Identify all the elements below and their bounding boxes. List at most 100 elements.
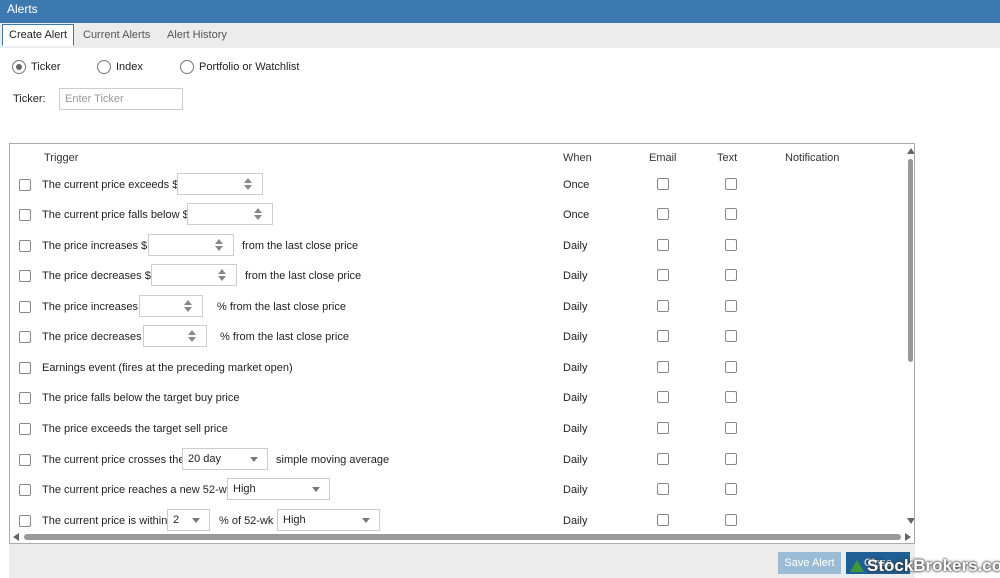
text-checkbox[interactable] bbox=[725, 300, 737, 312]
trigger-suffix: simple moving average bbox=[276, 454, 390, 466]
trigger-suffix: from the last close price bbox=[242, 240, 359, 252]
horizontal-scroll-thumb[interactable] bbox=[24, 534, 901, 540]
email-checkbox[interactable] bbox=[657, 391, 669, 403]
spinner-arrows-icon[interactable] bbox=[215, 239, 223, 251]
tab-current-alerts[interactable]: Current Alerts bbox=[77, 24, 156, 47]
price-stepper[interactable] bbox=[187, 203, 273, 225]
table-row: The price decreases $ from the last clos… bbox=[10, 261, 900, 291]
row-checkbox[interactable] bbox=[19, 331, 31, 343]
high-low-select[interactable]: High bbox=[277, 509, 380, 531]
when-value: Daily bbox=[563, 484, 588, 496]
when-value: Daily bbox=[563, 270, 588, 282]
email-checkbox[interactable] bbox=[657, 269, 669, 281]
table-row: The price increases $ from the last clos… bbox=[10, 231, 900, 261]
chevron-down-icon bbox=[362, 518, 370, 523]
trigger-label: The price decreases $ bbox=[42, 270, 151, 282]
trigger-label: The price decreases bbox=[42, 331, 142, 343]
sma-period-select[interactable]: 20 day bbox=[182, 448, 268, 470]
email-checkbox[interactable] bbox=[657, 178, 669, 190]
scroll-right-icon[interactable] bbox=[905, 533, 911, 541]
tab-create-alert[interactable]: Create Alert bbox=[2, 24, 75, 46]
row-checkbox[interactable] bbox=[19, 392, 31, 404]
when-value: Daily bbox=[563, 454, 588, 466]
percent-select[interactable]: 2 bbox=[167, 509, 210, 531]
trigger-label: The current price exceeds $ bbox=[42, 179, 179, 191]
table-row: The price increases % from the last clos… bbox=[10, 292, 900, 322]
text-checkbox[interactable] bbox=[725, 361, 737, 373]
header-when: When bbox=[563, 152, 592, 164]
row-checkbox[interactable] bbox=[19, 179, 31, 191]
row-checkbox[interactable] bbox=[19, 240, 31, 252]
spinner-arrows-icon[interactable] bbox=[254, 208, 262, 220]
trigger-label: The price exceeds the target sell price bbox=[42, 423, 228, 435]
header-trigger: Trigger bbox=[44, 152, 79, 164]
price-stepper[interactable] bbox=[148, 234, 234, 256]
text-checkbox[interactable] bbox=[725, 208, 737, 220]
row-checkbox[interactable] bbox=[19, 423, 31, 435]
tab-alert-history[interactable]: Alert History bbox=[161, 24, 233, 47]
email-checkbox[interactable] bbox=[657, 208, 669, 220]
trigger-suffix: % from the last close price bbox=[217, 301, 346, 313]
logo-icon bbox=[850, 560, 864, 572]
chevron-down-icon bbox=[192, 518, 200, 523]
spinner-arrows-icon[interactable] bbox=[184, 300, 192, 312]
text-checkbox[interactable] bbox=[725, 453, 737, 465]
percent-stepper[interactable] bbox=[139, 295, 203, 317]
scroll-left-icon[interactable] bbox=[13, 533, 19, 541]
radio-portfolio-watchlist[interactable]: Portfolio or Watchlist bbox=[180, 60, 299, 74]
when-value: Once bbox=[563, 209, 590, 221]
table-row: Earnings event (fires at the preceding m… bbox=[10, 353, 900, 383]
table-row: The price falls below the target buy pri… bbox=[10, 383, 900, 413]
text-checkbox[interactable] bbox=[725, 239, 737, 251]
email-checkbox[interactable] bbox=[657, 483, 669, 495]
email-checkbox[interactable] bbox=[657, 422, 669, 434]
table-row: The current price reaches a new 52-wk Hi… bbox=[10, 475, 900, 505]
text-checkbox[interactable] bbox=[725, 422, 737, 434]
table-row: The current price crosses the 20 day sim… bbox=[10, 445, 900, 475]
when-value: Daily bbox=[563, 240, 588, 252]
text-checkbox[interactable] bbox=[725, 391, 737, 403]
scroll-up-icon[interactable] bbox=[907, 148, 914, 154]
radio-ticker[interactable]: Ticker bbox=[12, 60, 61, 74]
email-checkbox[interactable] bbox=[657, 514, 669, 526]
email-checkbox[interactable] bbox=[657, 330, 669, 342]
radio-index[interactable]: Index bbox=[97, 60, 143, 74]
row-checkbox[interactable] bbox=[19, 515, 31, 527]
save-alert-button[interactable]: Save Alert bbox=[778, 552, 841, 574]
window-title: Alerts bbox=[0, 0, 1000, 23]
price-stepper[interactable] bbox=[177, 173, 263, 195]
email-checkbox[interactable] bbox=[657, 361, 669, 373]
price-stepper[interactable] bbox=[151, 264, 237, 286]
horizontal-scrollbar[interactable] bbox=[10, 531, 914, 543]
trigger-label: The price falls below the target buy pri… bbox=[42, 392, 240, 404]
spinner-arrows-icon[interactable] bbox=[218, 269, 226, 281]
email-checkbox[interactable] bbox=[657, 239, 669, 251]
row-checkbox[interactable] bbox=[19, 484, 31, 496]
email-checkbox[interactable] bbox=[657, 300, 669, 312]
row-checkbox[interactable] bbox=[19, 301, 31, 313]
trigger-label: Earnings event (fires at the preceding m… bbox=[42, 362, 293, 374]
scroll-down-icon[interactable] bbox=[907, 518, 914, 524]
watermark: StockBrokers.com bbox=[850, 556, 1000, 576]
high-low-select[interactable]: High bbox=[227, 478, 330, 500]
vertical-scroll-thumb[interactable] bbox=[908, 159, 913, 362]
row-checkbox[interactable] bbox=[19, 454, 31, 466]
spinner-arrows-icon[interactable] bbox=[188, 330, 196, 342]
when-value: Daily bbox=[563, 392, 588, 404]
text-checkbox[interactable] bbox=[725, 269, 737, 281]
text-checkbox[interactable] bbox=[725, 483, 737, 495]
radio-unselected-icon bbox=[180, 60, 194, 74]
text-checkbox[interactable] bbox=[725, 330, 737, 342]
ticker-input[interactable] bbox=[59, 88, 183, 110]
chevron-down-icon bbox=[250, 457, 258, 462]
row-checkbox[interactable] bbox=[19, 270, 31, 282]
row-checkbox[interactable] bbox=[19, 362, 31, 374]
text-checkbox[interactable] bbox=[725, 178, 737, 190]
vertical-scrollbar[interactable] bbox=[906, 144, 914, 530]
spinner-arrows-icon[interactable] bbox=[244, 178, 252, 190]
percent-stepper[interactable] bbox=[143, 325, 207, 347]
table-row: The current price falls below $ Once bbox=[10, 200, 900, 230]
text-checkbox[interactable] bbox=[725, 514, 737, 526]
row-checkbox[interactable] bbox=[19, 209, 31, 221]
email-checkbox[interactable] bbox=[657, 453, 669, 465]
